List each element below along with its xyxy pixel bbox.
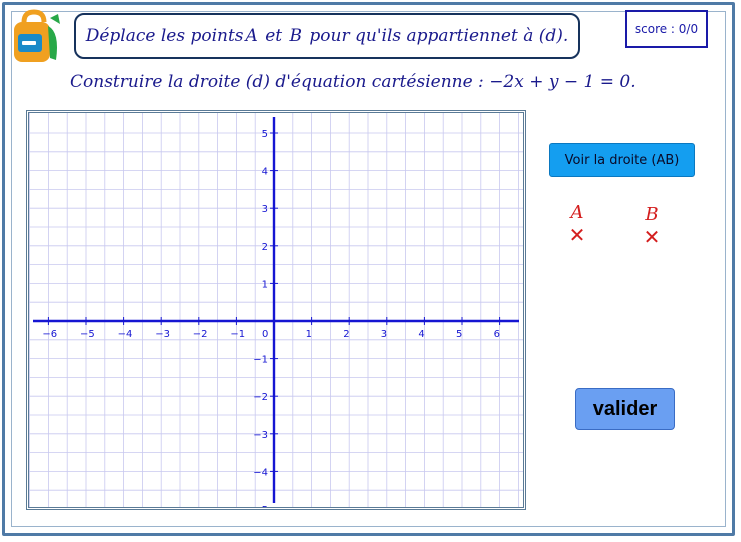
x-tick-label: −2 <box>193 329 208 340</box>
y-tick-label: −1 <box>253 355 268 366</box>
x-tick-label: −3 <box>155 329 170 340</box>
x-tick-label: 0 <box>262 329 268 340</box>
point-b-marker[interactable]: ✕ <box>641 226 663 248</box>
y-tick-label: −4 <box>253 467 268 478</box>
y-tick-label: −2 <box>253 392 268 403</box>
show-line-button[interactable]: Voir la droite (AB) <box>549 143 695 177</box>
x-tick-label: −1 <box>230 329 245 340</box>
x-tick-label: −5 <box>80 329 95 340</box>
x-tick-label: −4 <box>118 329 133 340</box>
validate-button[interactable]: valider <box>575 388 675 430</box>
y-tick-label: 2 <box>262 242 268 253</box>
point-b-handle[interactable]: B ✕ <box>641 204 663 249</box>
x-tick-label: 2 <box>343 329 349 340</box>
y-tick-label: 3 <box>262 204 268 215</box>
graph-panel[interactable]: −6 −5 −4 −3 −2 −1 0 1 2 3 4 5 6 5 4 3 2 1 −1 −2 −3 −4 −5 <box>26 110 526 510</box>
point-a-marker[interactable]: ✕ <box>566 224 588 246</box>
x-tick-label: 1 <box>306 329 312 340</box>
y-tick-label: 4 <box>262 167 268 178</box>
task-statement: Construire la droite (d) d'équation cart… <box>70 72 636 92</box>
point-a-label: A <box>570 202 584 223</box>
y-tick-label: −5 <box>253 505 268 507</box>
task-equation: −2x + y − 1 = 0. <box>489 72 636 92</box>
instruction-point-b: B <box>289 26 303 46</box>
score-box: score : 0/0 <box>625 10 708 48</box>
x-tick-label: 6 <box>494 329 500 340</box>
task-label: Construire la droite (d) d'équation cart… <box>70 72 490 92</box>
instruction-suffix: pour qu'ils appartiennet à (d). <box>304 26 569 46</box>
y-tick-label: −3 <box>253 430 268 441</box>
y-tick-label: 1 <box>262 279 268 290</box>
point-a-handle[interactable]: A ✕ <box>566 202 588 247</box>
x-tick-label: −6 <box>42 329 57 340</box>
backpack-icon <box>14 9 60 62</box>
show-line-button-label: Voir la droite (AB) <box>564 152 680 168</box>
x-tick-label: 3 <box>381 329 387 340</box>
coordinate-plane[interactable]: −6 −5 −4 −3 −2 −1 0 1 2 3 4 5 6 5 4 3 2 1 −1 −2 −3 −4 −5 <box>29 113 523 507</box>
instruction-mid: et <box>259 26 288 46</box>
x-tick-label: 5 <box>456 329 462 340</box>
point-b-label: B <box>645 204 659 225</box>
validate-button-label: valider <box>592 397 658 420</box>
y-tick-label: 5 <box>262 129 268 140</box>
score-text: score : 0/0 <box>634 22 699 36</box>
instruction-point-a: A <box>245 26 258 46</box>
x-tick-label: 4 <box>418 329 424 340</box>
instruction-box: Déplace les points A et B pour qu'ils ap… <box>74 13 580 59</box>
instruction-prefix: Déplace les points <box>85 26 244 46</box>
